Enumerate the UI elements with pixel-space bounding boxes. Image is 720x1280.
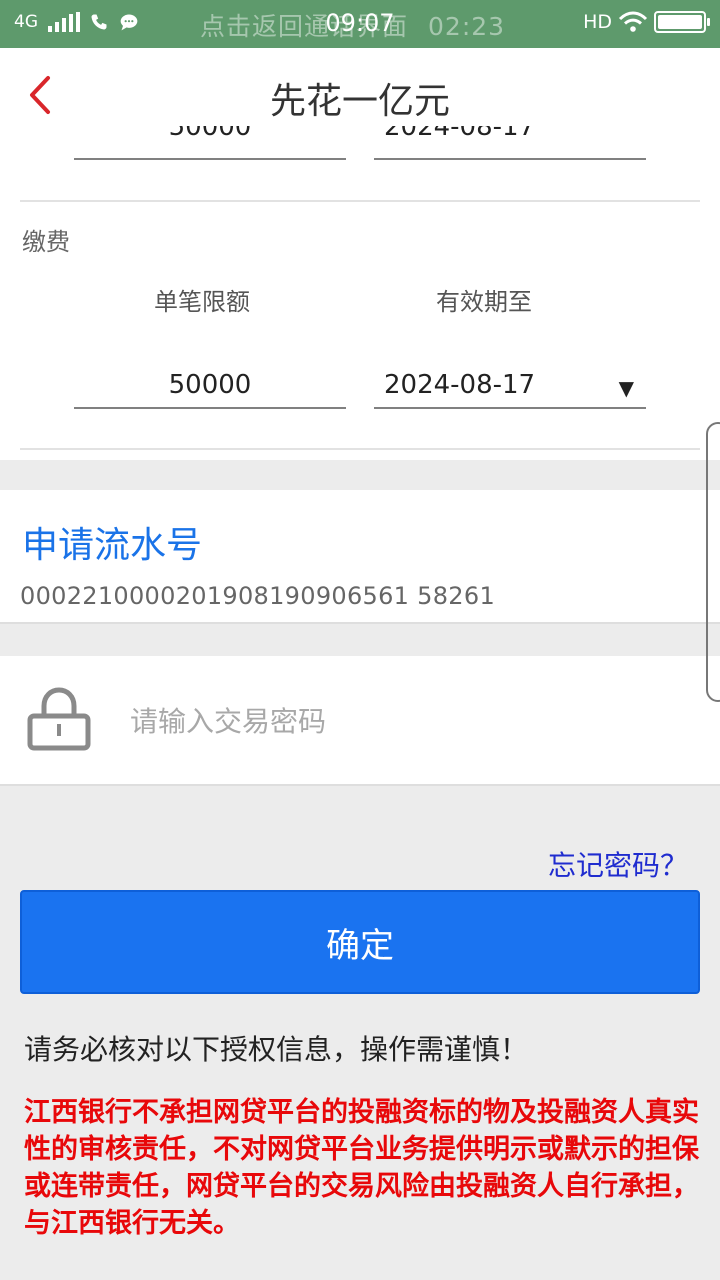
limit-underline — [74, 407, 346, 409]
expiry-select[interactable]: 2024-08-17 ▼ — [374, 364, 646, 408]
prev-date-partial: 2024-08-17 — [384, 126, 584, 140]
section-divider — [20, 200, 700, 202]
hd-label: HD — [583, 11, 612, 33]
serial-title: 申请流水号 — [22, 525, 203, 566]
serial-card: 申请流水号 0002210000201908190906561 58261 — [0, 490, 720, 624]
expiry-value: 2024-08-17 — [384, 370, 536, 400]
dropdown-arrow-icon: ▼ — [618, 376, 634, 400]
password-card — [0, 656, 720, 786]
forgot-password-link[interactable]: 忘记密码？ — [548, 844, 688, 884]
expiry-label: 有效期至 — [436, 288, 532, 316]
prev-amount-partial: 50000 — [74, 126, 346, 140]
expiry-underline — [374, 407, 646, 409]
prev-date-underline — [374, 158, 646, 160]
prev-date-text: 2024-08-17 — [384, 126, 584, 140]
payment-section-label: 缴费 — [22, 228, 70, 256]
scroll-handle[interactable] — [706, 422, 720, 702]
lock-icon — [27, 687, 91, 751]
warning-text: 江西银行不承担网贷平台的投融资标的物及投融资人真实性的审核责任，不对网贷平台业务… — [24, 1097, 699, 1239]
limit-input[interactable]: 50000 — [74, 370, 346, 400]
prev-amount-text: 50000 — [74, 126, 346, 140]
confirm-button[interactable]: 确定 — [20, 890, 700, 994]
battery-fill — [658, 15, 702, 29]
serial-number: 0002210000201908190906561 58261 — [20, 582, 496, 610]
limit-label: 单笔限额 — [154, 288, 250, 316]
page-title: 先花一亿元 — [269, 81, 450, 122]
status-right: HD — [583, 11, 710, 33]
card-bottom-divider — [20, 448, 700, 450]
transaction-password-input[interactable] — [128, 694, 692, 748]
back-chevron-icon[interactable] — [22, 70, 62, 120]
battery-icon — [654, 11, 710, 33]
wifi-icon — [618, 11, 648, 32]
status-bar: 4G 点击返回通话界面 02:23 09:07 HD — [0, 0, 720, 48]
notice-text: 请务必核对以下授权信息，操作需谨慎！ — [24, 1033, 529, 1066]
prev-amount-underline — [74, 158, 346, 160]
authorization-card: 50000 2024-08-17 缴费 单笔限额 有效期至 50000 2024… — [0, 126, 720, 460]
